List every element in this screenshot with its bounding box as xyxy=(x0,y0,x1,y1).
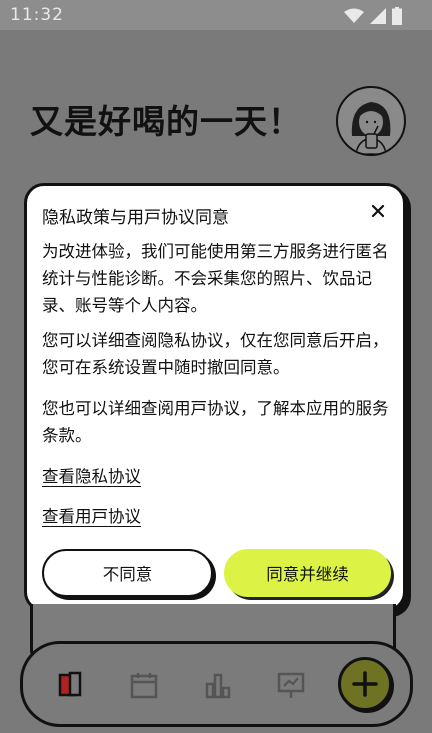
avatar-illustration xyxy=(351,102,391,154)
privacy-consent-dialog: 隐私政策与用戸协议同意 为改进体验，我们可能使用第三方服务进行匿名统计与性能诊断… xyxy=(24,183,406,612)
signal-icon xyxy=(370,8,386,24)
bottom-tab-bar xyxy=(20,641,413,727)
tab-drinks[interactable] xyxy=(56,670,86,700)
drink-icon xyxy=(58,671,82,697)
greeting-title: 又是好喝的一天！ xyxy=(30,102,302,141)
avatar[interactable] xyxy=(336,86,406,156)
bar-chart-icon xyxy=(205,673,231,699)
battery-icon xyxy=(392,7,402,25)
add-button[interactable] xyxy=(338,657,392,711)
dialog-paragraph-analytics: 为改进体验，我们可能使用第三方服务进行匿名统计与性能诊断。不会采集您的照片、饮品… xyxy=(42,242,389,315)
calendar-icon xyxy=(130,673,158,699)
plus-icon xyxy=(352,671,378,697)
close-button[interactable] xyxy=(367,200,389,222)
tab-board[interactable] xyxy=(276,670,306,700)
dialog-paragraph-privacy: 您可以详细查阅隐私协议，仅在您同意后开启，您可在系统设置中随时撤回同意。 xyxy=(42,331,389,377)
view-user-agreement-link[interactable]: 查看用戸协议 xyxy=(42,503,141,527)
wifi-icon xyxy=(344,8,364,23)
tab-calendar[interactable] xyxy=(129,670,159,700)
dialog-title: 隐私政策与用戸协议同意 xyxy=(42,208,229,228)
close-icon xyxy=(371,204,385,218)
status-time: 11:32 xyxy=(10,5,64,25)
tab-stats[interactable] xyxy=(203,670,233,700)
presentation-icon xyxy=(277,672,305,698)
status-bar: 11:32 xyxy=(0,0,432,30)
disagree-button[interactable]: 不同意 xyxy=(42,549,213,597)
dialog-paragraph-terms: 您也可以详细查阅用戸协议，了解本应用的服务条款。 xyxy=(42,399,389,445)
status-icons xyxy=(344,7,402,25)
agree-continue-button[interactable]: 同意并继续 xyxy=(224,549,391,597)
view-privacy-policy-link[interactable]: 查看隐私协议 xyxy=(42,463,141,487)
